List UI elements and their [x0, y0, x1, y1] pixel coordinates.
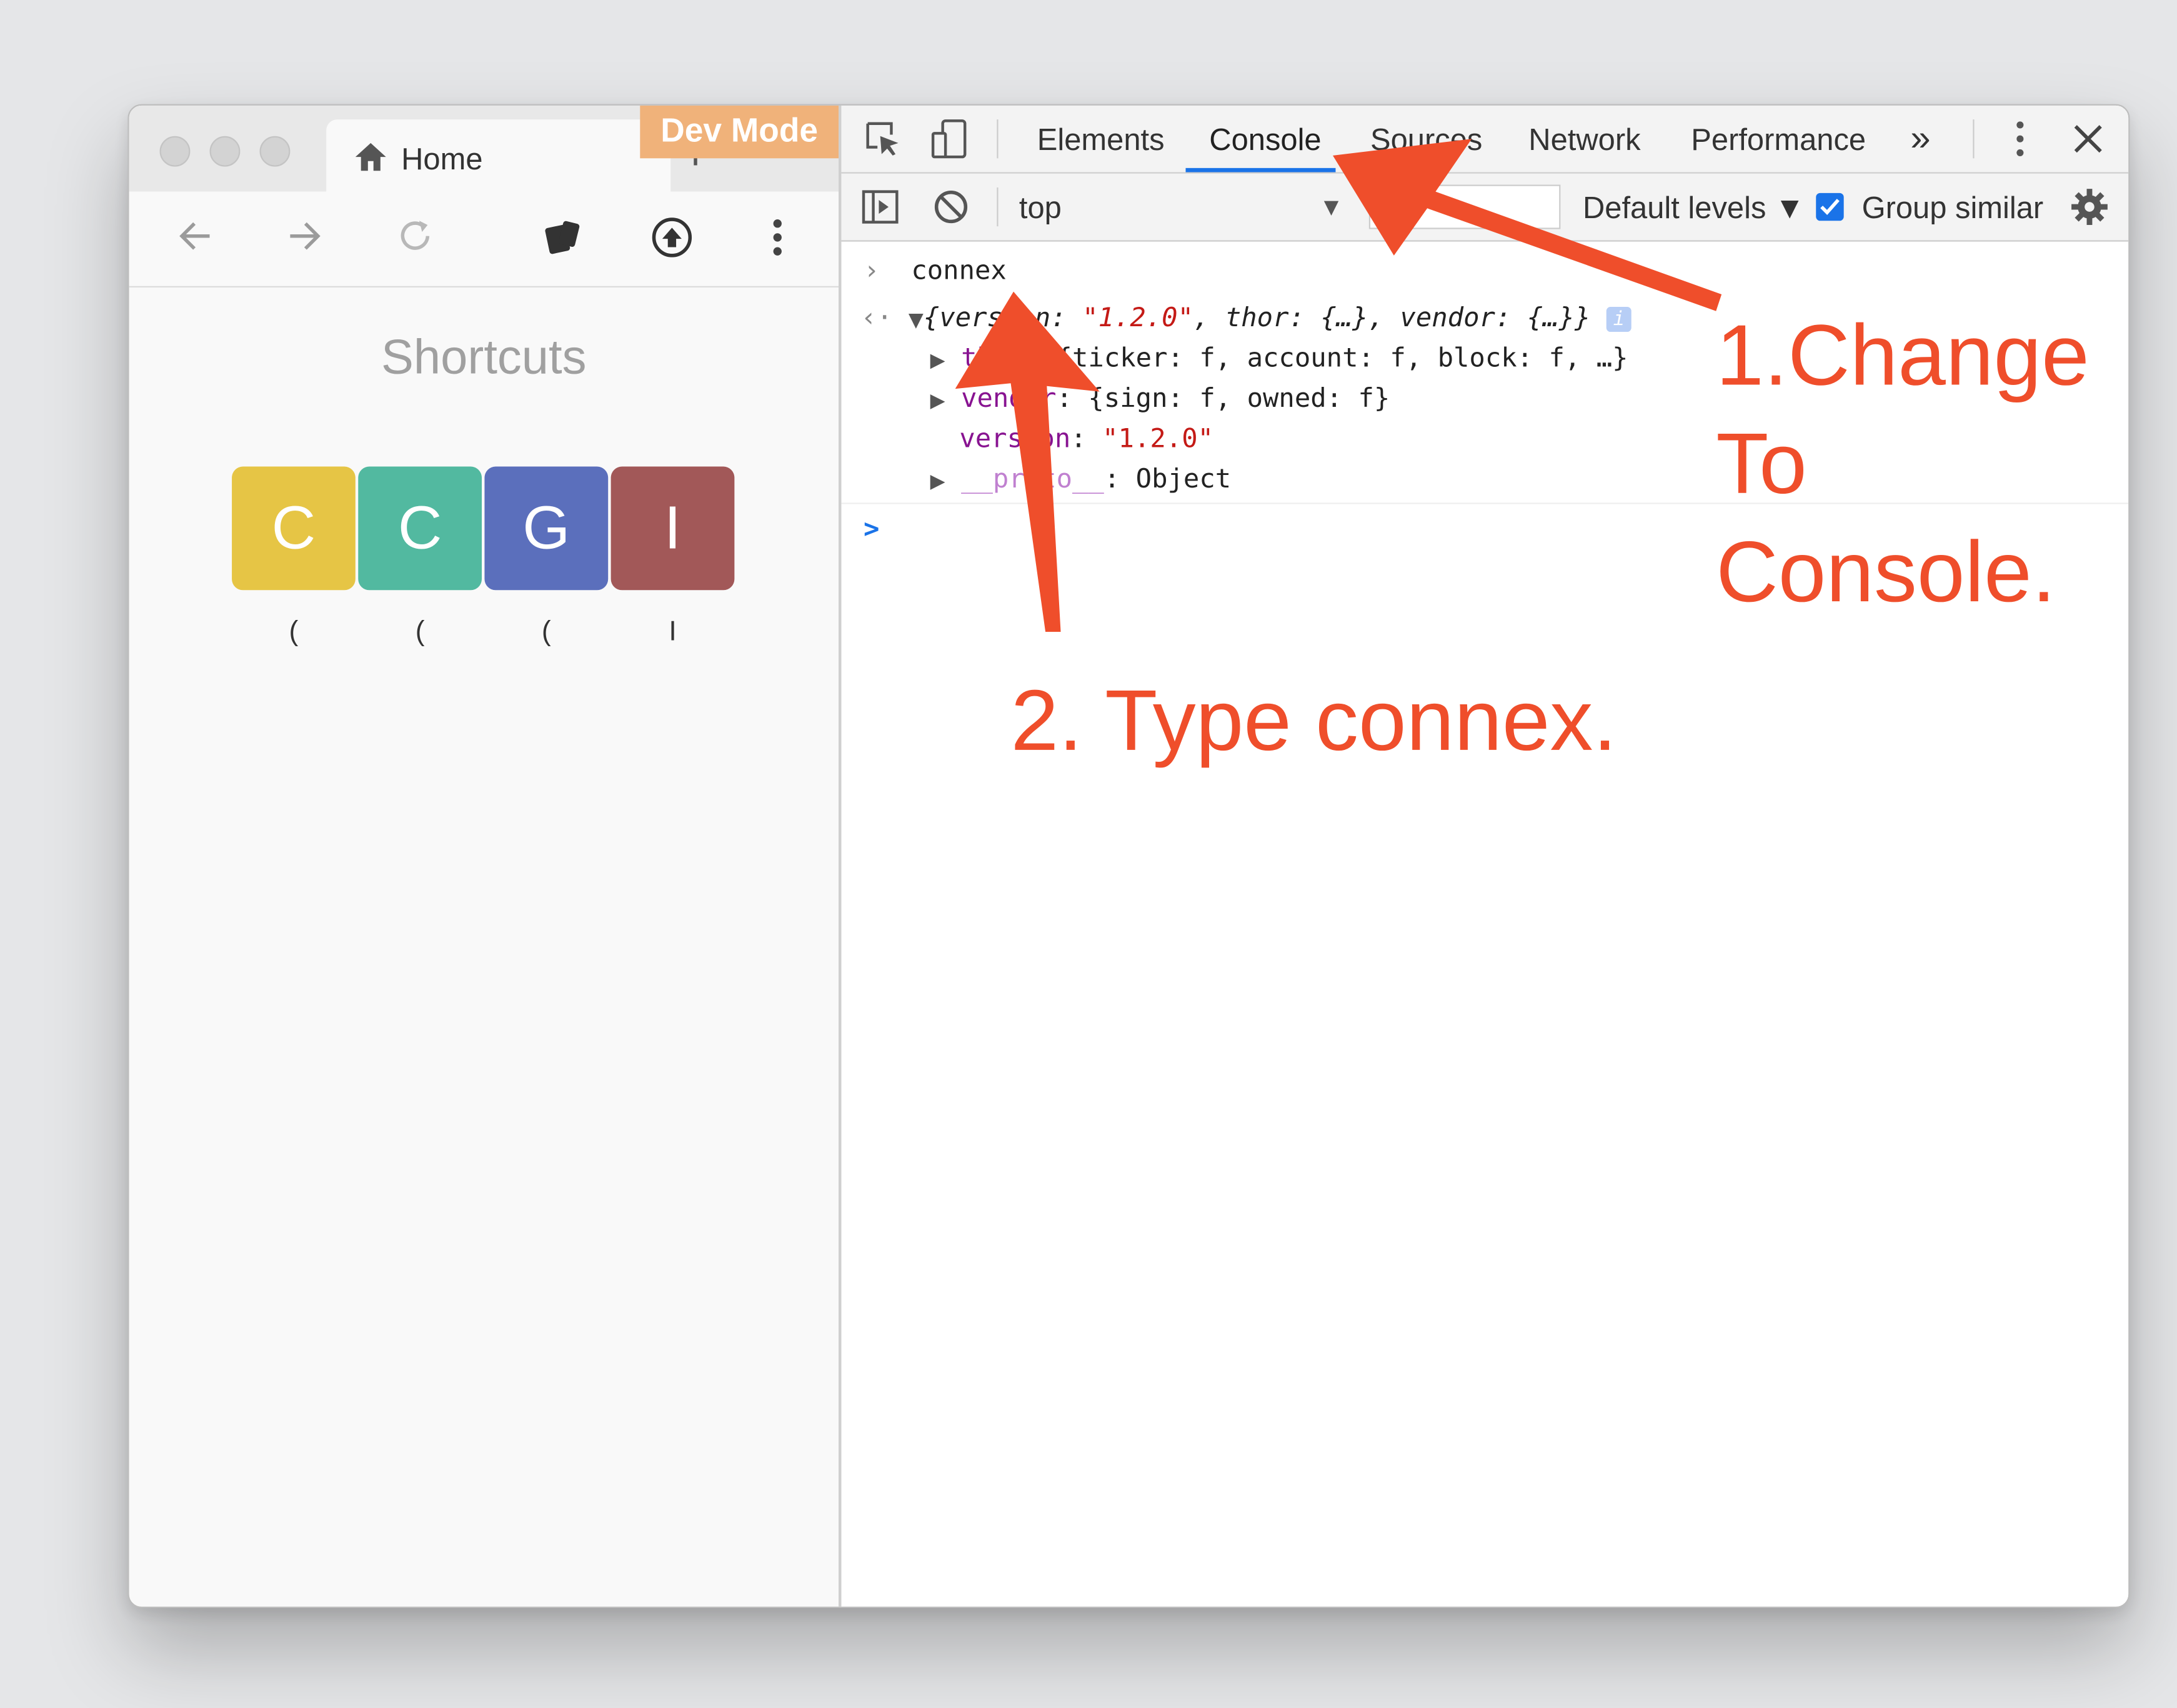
annotation-step2: 2. Type connex. — [1010, 673, 1617, 769]
annotation-arrows — [955, 139, 1722, 632]
annotation-step1-line1: 1.Change — [1716, 308, 2090, 404]
annotation-step1-line2: To — [1716, 416, 1807, 512]
annotation-step1-line3: Console. — [1716, 524, 2056, 621]
annotation-step1: 1.Change To Console. — [1716, 302, 2089, 627]
